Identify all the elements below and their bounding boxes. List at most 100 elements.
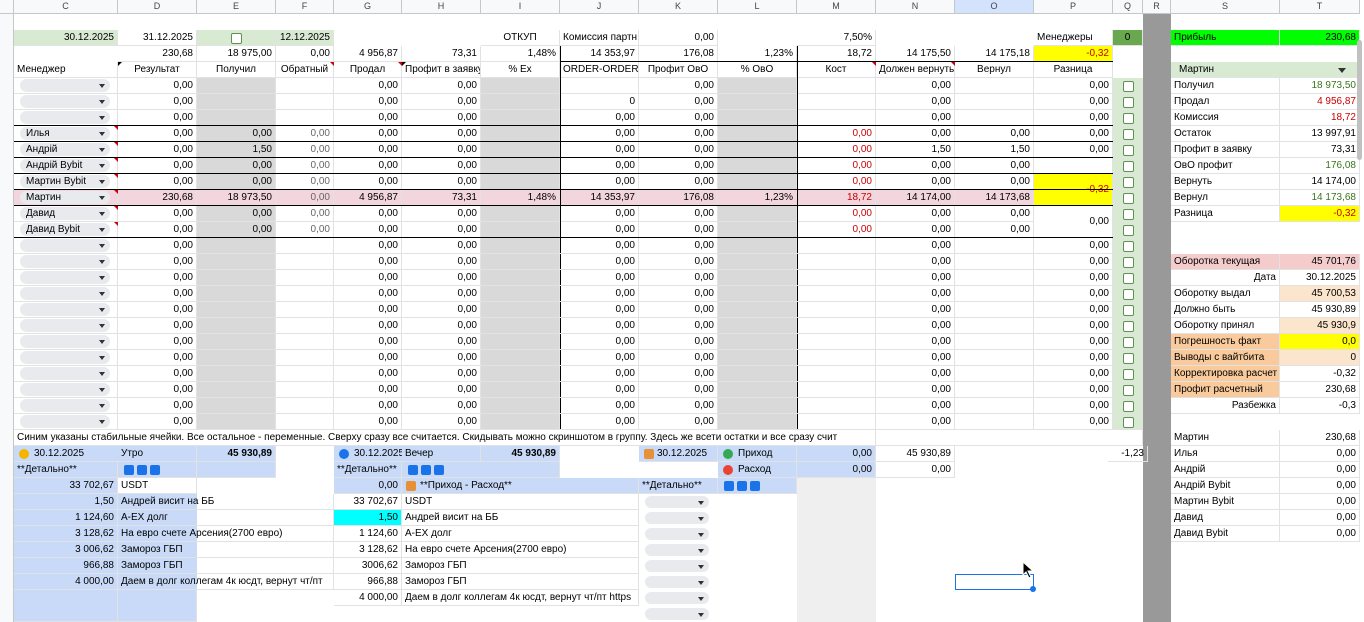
cell-i[interactable] bbox=[481, 398, 560, 414]
cell-i[interactable] bbox=[481, 78, 560, 94]
download-icon[interactable] bbox=[434, 465, 444, 475]
cell-i[interactable] bbox=[481, 222, 560, 238]
cell-m[interactable] bbox=[797, 78, 876, 94]
cell-i[interactable] bbox=[481, 238, 560, 254]
cell-h[interactable]: 0,00 bbox=[402, 334, 481, 350]
column-header-K[interactable]: K bbox=[639, 0, 718, 14]
cell-m[interactable] bbox=[797, 110, 876, 126]
cell-k[interactable]: 0,00 bbox=[639, 270, 718, 286]
cell-k[interactable]: 0,00 bbox=[639, 158, 718, 174]
cell-d[interactable]: 0,00 bbox=[118, 398, 197, 414]
cell-o[interactable] bbox=[955, 302, 1034, 318]
cell-o[interactable] bbox=[955, 110, 1034, 126]
cell-l[interactable] bbox=[718, 334, 797, 350]
cell-i[interactable] bbox=[481, 302, 560, 318]
manager-dropdown[interactable] bbox=[20, 351, 110, 364]
cell-i[interactable] bbox=[481, 286, 560, 302]
cell-h[interactable]: 0,00 bbox=[402, 350, 481, 366]
cell-e[interactable] bbox=[197, 286, 276, 302]
cell-f[interactable] bbox=[276, 366, 334, 382]
commission-partner-value[interactable]: 0,00 bbox=[639, 30, 718, 46]
checkbox-icon[interactable] bbox=[1123, 401, 1134, 412]
cell-f[interactable] bbox=[276, 254, 334, 270]
percent-value[interactable]: 7,50% bbox=[797, 30, 876, 46]
cell-l[interactable] bbox=[718, 110, 797, 126]
cell-n[interactable]: 0,00 bbox=[876, 94, 955, 110]
download-icon[interactable] bbox=[124, 465, 134, 475]
column-header-E[interactable]: E bbox=[197, 0, 276, 14]
cell-h[interactable]: 0,00 bbox=[402, 158, 481, 174]
cell-g[interactable]: 0,00 bbox=[334, 174, 402, 190]
cell-i[interactable] bbox=[481, 334, 560, 350]
category-dropdown[interactable] bbox=[645, 512, 709, 524]
cell-n[interactable]: 0,00 bbox=[876, 302, 955, 318]
cell-i[interactable] bbox=[481, 318, 560, 334]
cell-d[interactable]: 0,00 bbox=[118, 286, 197, 302]
cell-l[interactable] bbox=[718, 158, 797, 174]
cell-j[interactable]: 0,00 bbox=[560, 398, 639, 414]
download-icon[interactable] bbox=[737, 481, 747, 491]
column-header-H[interactable]: H bbox=[402, 0, 481, 14]
cell-l[interactable] bbox=[718, 414, 797, 430]
cell-j[interactable]: 0,00 bbox=[560, 174, 639, 190]
cell-g[interactable]: 0,00 bbox=[334, 110, 402, 126]
report-date-from[interactable]: 30.12.2025 bbox=[14, 30, 118, 46]
column-header-C[interactable]: C bbox=[14, 0, 118, 14]
cell-n[interactable]: 0,00 bbox=[876, 398, 955, 414]
cell-l[interactable] bbox=[718, 286, 797, 302]
cell-m[interactable] bbox=[797, 414, 876, 430]
cell-l[interactable] bbox=[718, 238, 797, 254]
cell-h[interactable]: 73,31 bbox=[402, 190, 481, 206]
cell-g[interactable]: 0,00 bbox=[334, 126, 402, 142]
category-dropdown[interactable] bbox=[645, 560, 709, 572]
cell-k[interactable]: 0,00 bbox=[639, 78, 718, 94]
column-header-D[interactable]: D bbox=[118, 0, 197, 14]
cell-i[interactable] bbox=[481, 366, 560, 382]
cell-g[interactable]: 0,00 bbox=[334, 414, 402, 430]
cell-f[interactable] bbox=[276, 382, 334, 398]
cell-k[interactable]: 0,00 bbox=[639, 318, 718, 334]
cell-p[interactable]: 0,00 bbox=[1034, 382, 1113, 398]
category-dropdown[interactable] bbox=[645, 592, 709, 604]
cell-g[interactable]: 0,00 bbox=[334, 318, 402, 334]
cell-m[interactable]: 0,00 bbox=[797, 174, 876, 190]
cell-l[interactable] bbox=[718, 222, 797, 238]
cell-o[interactable] bbox=[955, 334, 1034, 350]
cell-e[interactable]: 1,50 bbox=[197, 142, 276, 158]
cell-e[interactable] bbox=[197, 318, 276, 334]
cell-o[interactable]: 0,00 bbox=[955, 158, 1034, 174]
cell-d[interactable]: 0,00 bbox=[118, 414, 197, 430]
cell-p[interactable]: 0,00 bbox=[1034, 334, 1113, 350]
cell-e[interactable] bbox=[197, 110, 276, 126]
cell-o[interactable] bbox=[955, 238, 1034, 254]
cell-p[interactable]: 0,00 bbox=[1034, 254, 1113, 270]
column-header-I[interactable]: I bbox=[481, 0, 560, 14]
cell-n[interactable]: 0,00 bbox=[876, 334, 955, 350]
cell-k[interactable]: 0,00 bbox=[639, 174, 718, 190]
cell-o[interactable] bbox=[955, 398, 1034, 414]
cell-o[interactable] bbox=[955, 254, 1034, 270]
manager-dropdown[interactable]: Андрій Bybit bbox=[20, 159, 110, 172]
cell-l[interactable] bbox=[718, 78, 797, 94]
cell-j[interactable]: 0,00 bbox=[560, 414, 639, 430]
checkbox-icon[interactable] bbox=[1123, 417, 1134, 428]
checkbox-icon[interactable] bbox=[1123, 225, 1134, 236]
cell-k[interactable]: 0,00 bbox=[639, 206, 718, 222]
cell-h[interactable]: 0,00 bbox=[402, 270, 481, 286]
cell-o[interactable]: 0,00 bbox=[955, 126, 1034, 142]
cell-j[interactable]: 0,00 bbox=[560, 222, 639, 238]
checkbox-icon[interactable] bbox=[1123, 385, 1134, 396]
cell-l[interactable] bbox=[718, 254, 797, 270]
cell-p[interactable]: 0,00 bbox=[1034, 350, 1113, 366]
manager-dropdown[interactable] bbox=[20, 95, 110, 108]
cell-j[interactable]: 0,00 bbox=[560, 126, 639, 142]
cell-k[interactable]: 0,00 bbox=[639, 126, 718, 142]
checkbox-icon[interactable] bbox=[1123, 145, 1134, 156]
cell-m[interactable] bbox=[797, 286, 876, 302]
cell-i[interactable] bbox=[481, 158, 560, 174]
cell-d[interactable]: 0,00 bbox=[118, 238, 197, 254]
cell-p[interactable]: 0,00 bbox=[1034, 270, 1113, 286]
category-dropdown[interactable] bbox=[645, 576, 709, 588]
cell-j[interactable]: 14 353,97 bbox=[560, 190, 639, 206]
cell-o[interactable] bbox=[955, 382, 1034, 398]
